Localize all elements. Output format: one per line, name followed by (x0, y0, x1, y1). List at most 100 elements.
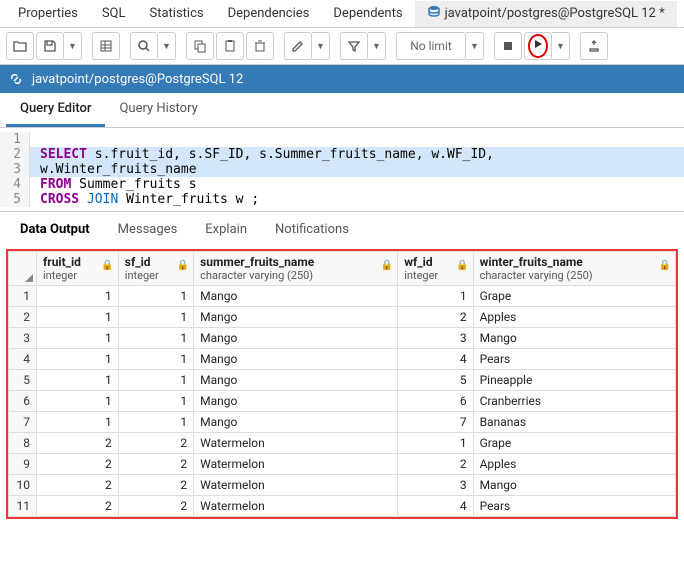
stop-button[interactable] (494, 32, 522, 60)
row-number[interactable]: 9 (9, 454, 37, 475)
tab-statistics[interactable]: Statistics (138, 2, 216, 25)
save-button[interactable] (36, 32, 64, 60)
cell-summer-fruits-name[interactable]: Mango (194, 286, 398, 307)
cell-sf-id[interactable]: 2 (118, 433, 193, 454)
table-row[interactable]: 711Mango7Bananas (9, 412, 676, 433)
cell-winter-fruits-name[interactable]: Apples (473, 454, 675, 475)
edit-dropdown[interactable]: ▼ (312, 32, 330, 60)
tab-properties[interactable]: Properties (6, 2, 90, 25)
row-number[interactable]: 2 (9, 307, 37, 328)
cell-summer-fruits-name[interactable]: Mango (194, 328, 398, 349)
cell-wf-id[interactable]: 2 (398, 454, 473, 475)
row-number[interactable]: 8 (9, 433, 37, 454)
cell-winter-fruits-name[interactable]: Mango (473, 475, 675, 496)
table-row[interactable]: 922Watermelon2Apples (9, 454, 676, 475)
cell-wf-id[interactable]: 4 (398, 349, 473, 370)
table-row[interactable]: 411Mango4Pears (9, 349, 676, 370)
row-number[interactable]: 4 (9, 349, 37, 370)
execute-button[interactable] (524, 32, 552, 60)
save-dropdown[interactable]: ▼ (64, 32, 82, 60)
cell-winter-fruits-name[interactable]: Grape (473, 286, 675, 307)
cell-sf-id[interactable]: 1 (118, 286, 193, 307)
delete-row-button[interactable] (246, 32, 274, 60)
row-number[interactable]: 10 (9, 475, 37, 496)
cell-sf-id[interactable]: 1 (118, 307, 193, 328)
cell-wf-id[interactable]: 7 (398, 412, 473, 433)
cell-winter-fruits-name[interactable]: Pineapple (473, 370, 675, 391)
tab-messages[interactable]: Messages (104, 216, 192, 243)
edit-button[interactable] (284, 32, 312, 60)
cell-fruit-id[interactable]: 2 (37, 433, 119, 454)
tab-dependents[interactable]: Dependents (321, 2, 414, 25)
table-row[interactable]: 611Mango6Cranberries (9, 391, 676, 412)
cell-sf-id[interactable]: 1 (118, 349, 193, 370)
sql-editor[interactable]: 1 2SELECT s.fruit_id, s.SF_ID, s.Summer_… (0, 128, 684, 211)
cell-fruit-id[interactable]: 2 (37, 454, 119, 475)
cell-fruit-id[interactable]: 2 (37, 475, 119, 496)
cell-summer-fruits-name[interactable]: Mango (194, 349, 398, 370)
cell-wf-id[interactable]: 1 (398, 433, 473, 454)
row-number[interactable]: 11 (9, 496, 37, 517)
cell-wf-id[interactable]: 1 (398, 286, 473, 307)
cell-summer-fruits-name[interactable]: Mango (194, 391, 398, 412)
col-wf-id[interactable]: wf_idinteger🔒 (398, 252, 473, 286)
cell-winter-fruits-name[interactable]: Pears (473, 496, 675, 517)
cell-fruit-id[interactable]: 1 (37, 286, 119, 307)
row-number[interactable]: 7 (9, 412, 37, 433)
tab-query-history[interactable]: Query History (105, 93, 211, 127)
select-all-corner[interactable] (9, 252, 37, 286)
edit-grid-button[interactable] (92, 32, 120, 60)
table-row[interactable]: 211Mango2Apples (9, 307, 676, 328)
filter-dropdown[interactable]: ▼ (368, 32, 386, 60)
cell-fruit-id[interactable]: 1 (37, 307, 119, 328)
cell-fruit-id[interactable]: 2 (37, 496, 119, 517)
table-row[interactable]: 311Mango3Mango (9, 328, 676, 349)
cell-summer-fruits-name[interactable]: Mango (194, 370, 398, 391)
cell-sf-id[interactable]: 2 (118, 475, 193, 496)
col-fruit-id[interactable]: fruit_idinteger🔒 (37, 252, 119, 286)
cell-winter-fruits-name[interactable]: Bananas (473, 412, 675, 433)
tab-dependencies[interactable]: Dependencies (216, 2, 322, 25)
cell-sf-id[interactable]: 2 (118, 454, 193, 475)
filter-button[interactable] (340, 32, 368, 60)
cell-fruit-id[interactable]: 1 (37, 370, 119, 391)
limit-select[interactable]: No limit (396, 32, 466, 60)
col-summer-fruits-name[interactable]: summer_fruits_namecharacter varying (250… (194, 252, 398, 286)
find-dropdown[interactable]: ▼ (158, 32, 176, 60)
cell-summer-fruits-name[interactable]: Watermelon (194, 475, 398, 496)
cell-sf-id[interactable]: 1 (118, 412, 193, 433)
tab-explain[interactable]: Explain (191, 216, 261, 243)
cell-summer-fruits-name[interactable]: Watermelon (194, 454, 398, 475)
cell-sf-id[interactable]: 1 (118, 328, 193, 349)
cell-fruit-id[interactable]: 1 (37, 391, 119, 412)
table-row[interactable]: 511Mango5Pineapple (9, 370, 676, 391)
find-button[interactable] (130, 32, 158, 60)
cell-wf-id[interactable]: 4 (398, 496, 473, 517)
cell-summer-fruits-name[interactable]: Watermelon (194, 433, 398, 454)
execute-dropdown[interactable]: ▼ (552, 32, 570, 60)
col-winter-fruits-name[interactable]: winter_fruits_namecharacter varying (250… (473, 252, 675, 286)
cell-fruit-id[interactable]: 1 (37, 349, 119, 370)
row-number[interactable]: 6 (9, 391, 37, 412)
table-row[interactable]: 1122Watermelon4Pears (9, 496, 676, 517)
row-number[interactable]: 1 (9, 286, 37, 307)
tab-data-output[interactable]: Data Output (6, 216, 104, 243)
cell-sf-id[interactable]: 1 (118, 370, 193, 391)
limit-dropdown[interactable]: ▼ (466, 32, 484, 60)
cell-wf-id[interactable]: 3 (398, 328, 473, 349)
row-number[interactable]: 5 (9, 370, 37, 391)
cell-sf-id[interactable]: 1 (118, 391, 193, 412)
cell-summer-fruits-name[interactable]: Watermelon (194, 496, 398, 517)
cell-fruit-id[interactable]: 1 (37, 328, 119, 349)
table-row[interactable]: 111Mango1Grape (9, 286, 676, 307)
tab-query-editor[interactable]: Query Editor (6, 93, 105, 127)
cell-winter-fruits-name[interactable]: Apples (473, 307, 675, 328)
cell-sf-id[interactable]: 2 (118, 496, 193, 517)
paste-button[interactable] (216, 32, 244, 60)
cell-winter-fruits-name[interactable]: Cranberries (473, 391, 675, 412)
cell-wf-id[interactable]: 6 (398, 391, 473, 412)
open-file-button[interactable] (6, 32, 34, 60)
table-row[interactable]: 822Watermelon1Grape (9, 433, 676, 454)
data-grid[interactable]: fruit_idinteger🔒 sf_idinteger🔒 summer_fr… (8, 251, 676, 517)
col-sf-id[interactable]: sf_idinteger🔒 (118, 252, 193, 286)
